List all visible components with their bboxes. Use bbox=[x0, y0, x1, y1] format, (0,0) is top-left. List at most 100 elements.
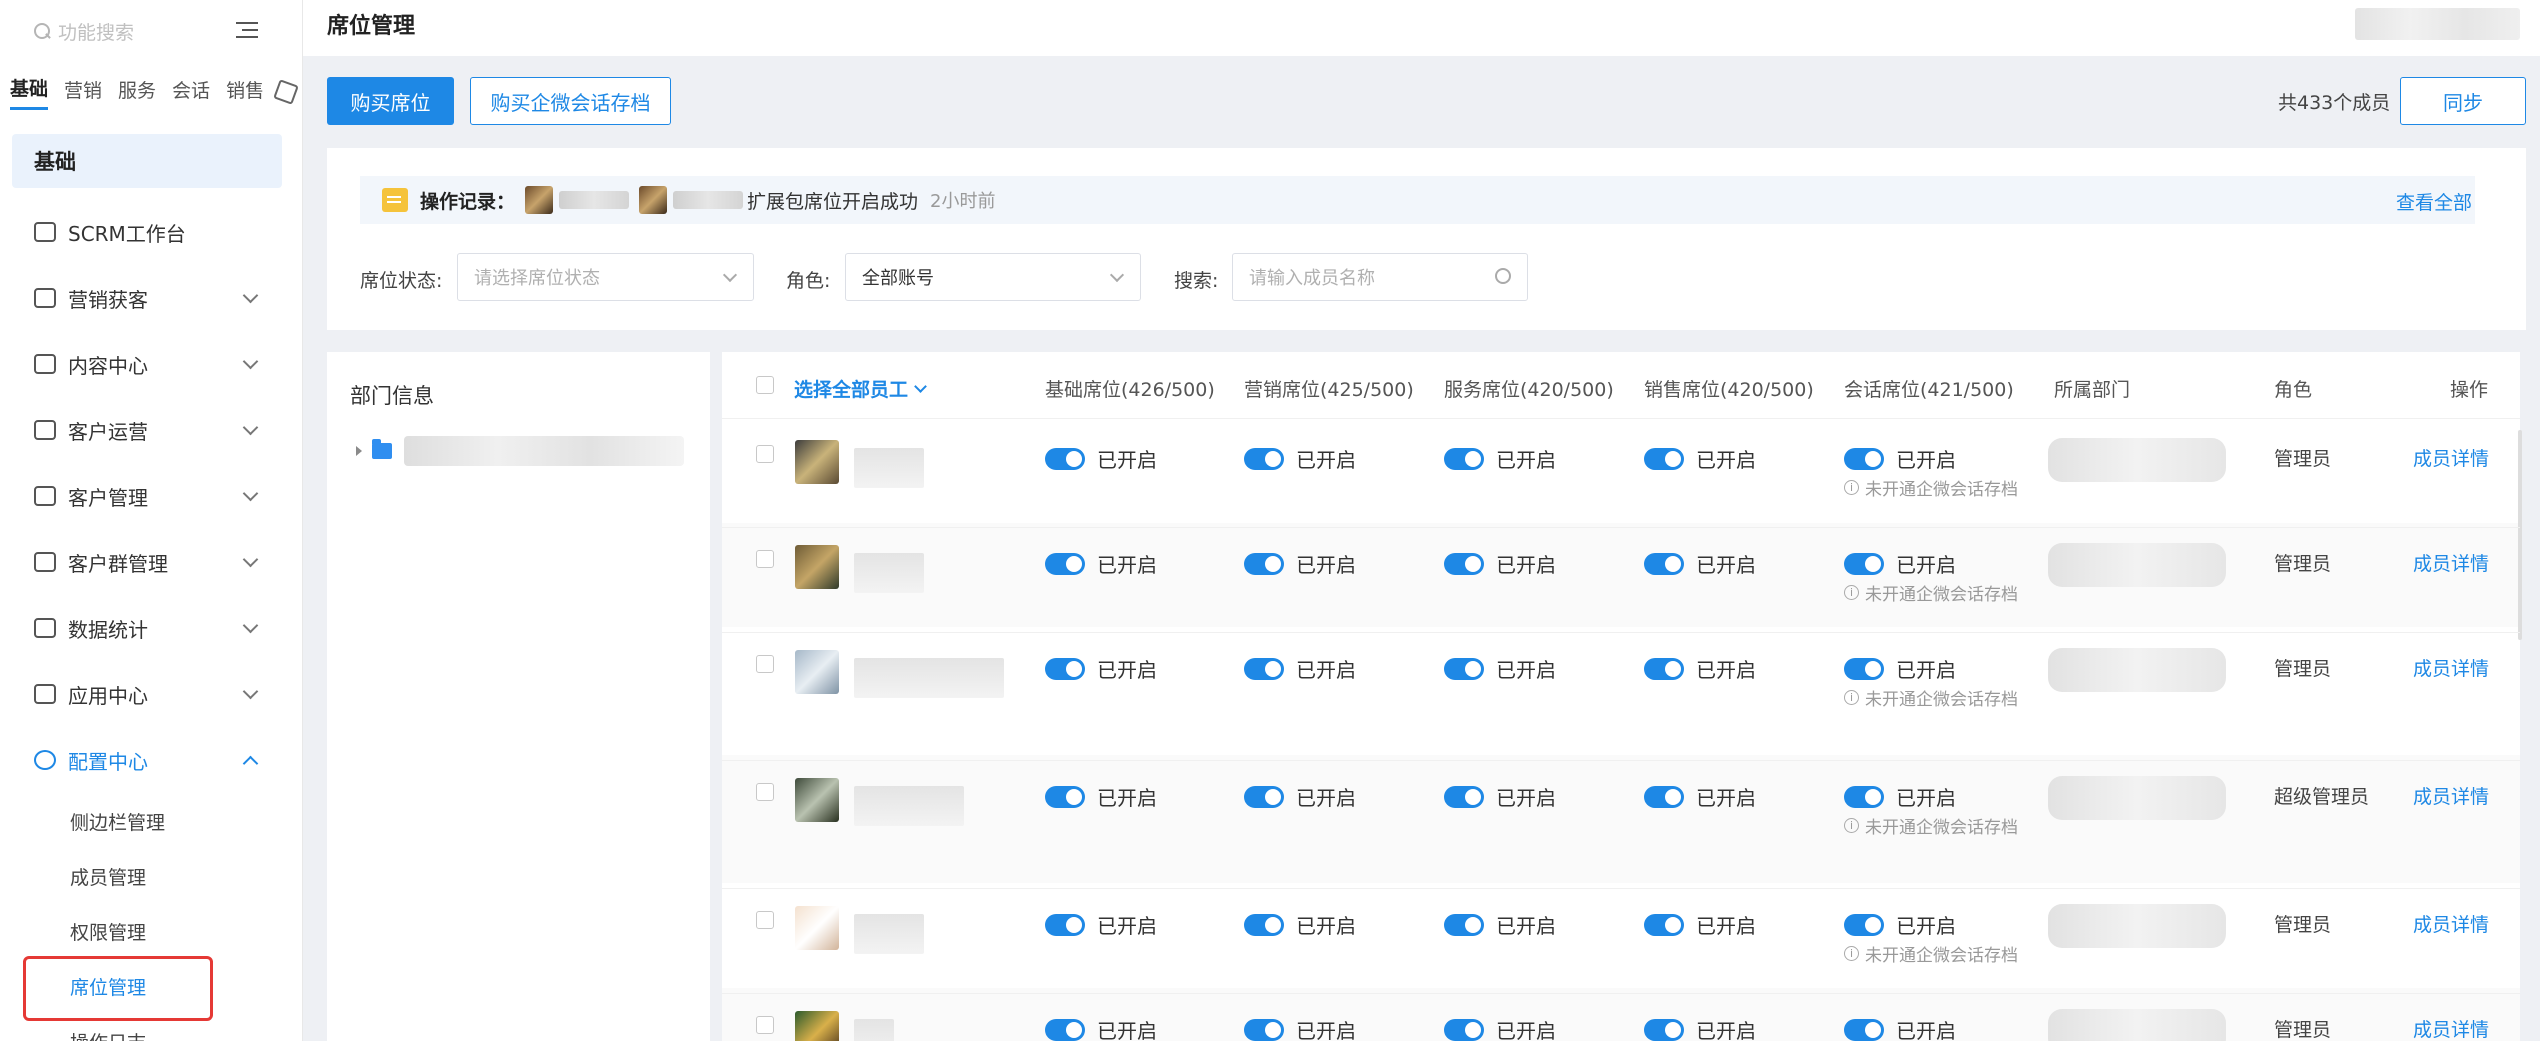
tab-marketing[interactable]: 营销 bbox=[64, 76, 102, 109]
toggle-switch[interactable] bbox=[1844, 1018, 1884, 1041]
seat-toggle-session[interactable]: 已开启 bbox=[1844, 654, 1956, 683]
buy-archive-button[interactable]: 购买企微会话存档 bbox=[470, 77, 671, 125]
toggle-switch[interactable] bbox=[1844, 913, 1884, 936]
member-detail-link[interactable]: 成员详情 bbox=[2413, 654, 2489, 681]
tab-session[interactable]: 会话 bbox=[172, 76, 210, 109]
seat-toggle-marketing[interactable]: 已开启 bbox=[1244, 782, 1356, 811]
buy-seat-button[interactable]: 购买席位 bbox=[327, 77, 454, 125]
seat-toggle-session[interactable]: 已开启 bbox=[1844, 782, 1956, 811]
toggle-switch[interactable] bbox=[1644, 447, 1684, 470]
toggle-switch[interactable] bbox=[1644, 785, 1684, 808]
member-detail-link[interactable]: 成员详情 bbox=[2413, 910, 2489, 937]
view-all-link[interactable]: 查看全部 bbox=[2396, 188, 2472, 215]
sync-button[interactable]: 同步 bbox=[2400, 77, 2526, 125]
sub-item-member-mgmt[interactable]: 成员管理 bbox=[70, 863, 146, 890]
seat-toggle-session[interactable]: 已开启 bbox=[1844, 444, 1956, 473]
toggle-switch[interactable] bbox=[1244, 552, 1284, 575]
sub-item-sidebar-mgmt[interactable]: 侧边栏管理 bbox=[70, 808, 165, 835]
seat-toggle-sales[interactable]: 已开启 bbox=[1644, 1015, 1756, 1041]
member-search-input[interactable]: 请输入成员名称 bbox=[1232, 253, 1528, 301]
department-tree-node[interactable] bbox=[356, 436, 684, 466]
seat-toggle-service[interactable]: 已开启 bbox=[1444, 444, 1556, 473]
toggle-switch[interactable] bbox=[1644, 1018, 1684, 1041]
seat-toggle-basic[interactable]: 已开启 bbox=[1045, 549, 1157, 578]
toggle-switch[interactable] bbox=[1644, 913, 1684, 936]
cube-icon[interactable] bbox=[273, 79, 299, 105]
collapse-menu-icon[interactable] bbox=[236, 20, 260, 40]
select-all-checkbox[interactable] bbox=[756, 376, 774, 394]
seat-status-select[interactable]: 请选择席位状态 bbox=[457, 253, 754, 301]
toggle-switch[interactable] bbox=[1045, 447, 1085, 470]
toggle-switch[interactable] bbox=[1844, 657, 1884, 680]
seat-toggle-basic[interactable]: 已开启 bbox=[1045, 1015, 1157, 1041]
sidebar-item-marketing[interactable]: 营销获客 bbox=[34, 278, 264, 318]
member-detail-link[interactable]: 成员详情 bbox=[2413, 444, 2489, 471]
row-checkbox[interactable] bbox=[756, 550, 774, 568]
caret-right-icon[interactable] bbox=[356, 446, 362, 456]
row-checkbox[interactable] bbox=[756, 1016, 774, 1034]
toggle-switch[interactable] bbox=[1444, 552, 1484, 575]
seat-toggle-basic[interactable]: 已开启 bbox=[1045, 782, 1157, 811]
select-all-dropdown[interactable]: 选择全部员工 bbox=[794, 375, 927, 402]
toggle-switch[interactable] bbox=[1444, 1018, 1484, 1041]
toggle-switch[interactable] bbox=[1644, 552, 1684, 575]
sidebar-item-customer-mgmt[interactable]: 客户管理 bbox=[34, 476, 264, 516]
seat-toggle-marketing[interactable]: 已开启 bbox=[1244, 1015, 1356, 1041]
toggle-switch[interactable] bbox=[1244, 913, 1284, 936]
seat-toggle-marketing[interactable]: 已开启 bbox=[1244, 910, 1356, 939]
toggle-switch[interactable] bbox=[1045, 913, 1085, 936]
toggle-switch[interactable] bbox=[1045, 785, 1085, 808]
row-checkbox[interactable] bbox=[756, 445, 774, 463]
toggle-switch[interactable] bbox=[1444, 785, 1484, 808]
role-select[interactable]: 全部账号 bbox=[845, 253, 1141, 301]
seat-toggle-basic[interactable]: 已开启 bbox=[1045, 444, 1157, 473]
tab-sales[interactable]: 销售 bbox=[226, 76, 264, 109]
sidebar-item-scrm[interactable]: SCRM工作台 bbox=[34, 212, 264, 252]
toggle-switch[interactable] bbox=[1444, 657, 1484, 680]
member-detail-link[interactable]: 成员详情 bbox=[2413, 549, 2489, 576]
row-checkbox[interactable] bbox=[756, 911, 774, 929]
toggle-switch[interactable] bbox=[1444, 447, 1484, 470]
seat-toggle-service[interactable]: 已开启 bbox=[1444, 549, 1556, 578]
row-checkbox[interactable] bbox=[756, 655, 774, 673]
seat-toggle-service[interactable]: 已开启 bbox=[1444, 910, 1556, 939]
toggle-switch[interactable] bbox=[1244, 447, 1284, 470]
sub-item-permission-mgmt[interactable]: 权限管理 bbox=[70, 918, 146, 945]
seat-toggle-service[interactable]: 已开启 bbox=[1444, 654, 1556, 683]
sidebar-item-statistics[interactable]: 数据统计 bbox=[34, 608, 264, 648]
seat-toggle-session[interactable]: 已开启 bbox=[1844, 549, 1956, 578]
seat-toggle-sales[interactable]: 已开启 bbox=[1644, 549, 1756, 578]
function-search[interactable]: 功能搜索 bbox=[32, 14, 262, 48]
seat-toggle-basic[interactable]: 已开启 bbox=[1045, 910, 1157, 939]
seat-toggle-marketing[interactable]: 已开启 bbox=[1244, 444, 1356, 473]
sidebar-item-content[interactable]: 内容中心 bbox=[34, 344, 264, 384]
toggle-switch[interactable] bbox=[1045, 1018, 1085, 1041]
seat-toggle-marketing[interactable]: 已开启 bbox=[1244, 654, 1356, 683]
seat-toggle-service[interactable]: 已开启 bbox=[1444, 1015, 1556, 1041]
member-detail-link[interactable]: 成员详情 bbox=[2413, 782, 2489, 809]
toggle-switch[interactable] bbox=[1244, 785, 1284, 808]
seat-toggle-sales[interactable]: 已开启 bbox=[1644, 782, 1756, 811]
seat-toggle-sales[interactable]: 已开启 bbox=[1644, 444, 1756, 473]
toggle-switch[interactable] bbox=[1644, 657, 1684, 680]
seat-toggle-sales[interactable]: 已开启 bbox=[1644, 654, 1756, 683]
sidebar-item-group-mgmt[interactable]: 客户群管理 bbox=[34, 542, 264, 582]
toggle-switch[interactable] bbox=[1844, 552, 1884, 575]
seat-toggle-session[interactable]: 已开启 bbox=[1844, 910, 1956, 939]
seat-toggle-marketing[interactable]: 已开启 bbox=[1244, 549, 1356, 578]
tab-basic[interactable]: 基础 bbox=[10, 74, 49, 110]
seat-toggle-basic[interactable]: 已开启 bbox=[1045, 654, 1157, 683]
toggle-switch[interactable] bbox=[1844, 447, 1884, 470]
user-info[interactable] bbox=[2355, 8, 2520, 40]
row-checkbox[interactable] bbox=[756, 783, 774, 801]
seat-toggle-session[interactable]: 已开启 bbox=[1844, 1015, 1956, 1041]
toggle-switch[interactable] bbox=[1244, 1018, 1284, 1041]
seat-toggle-service[interactable]: 已开启 bbox=[1444, 782, 1556, 811]
sidebar-item-customer-ops[interactable]: 客户运营 bbox=[34, 410, 264, 450]
sidebar-item-apps[interactable]: 应用中心 bbox=[34, 674, 264, 714]
sub-item-operation-log[interactable]: 操作日志 bbox=[70, 1028, 146, 1041]
toggle-switch[interactable] bbox=[1045, 552, 1085, 575]
table-scrollbar[interactable] bbox=[2518, 430, 2522, 640]
toggle-switch[interactable] bbox=[1844, 785, 1884, 808]
sidebar-item-config[interactable]: 配置中心 bbox=[34, 740, 264, 780]
